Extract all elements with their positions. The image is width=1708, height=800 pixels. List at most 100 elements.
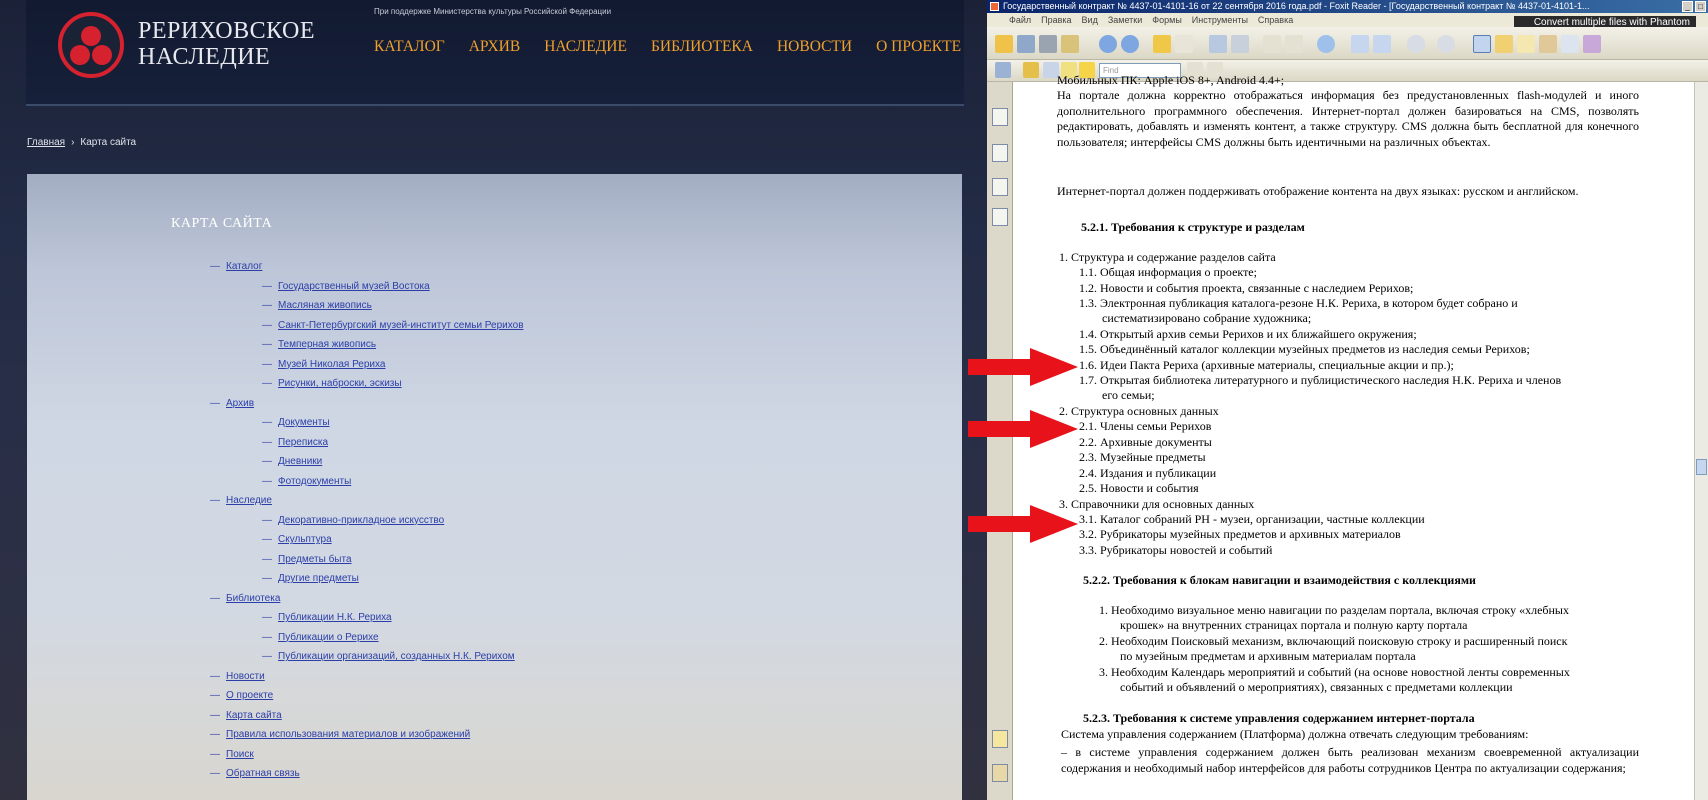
nav-heritage[interactable]: НАСЛЕДИЕ	[544, 38, 627, 56]
comments-panel-icon[interactable]	[992, 730, 1008, 748]
menu-edit[interactable]: Правка	[1041, 13, 1071, 27]
email-icon[interactable]	[1061, 35, 1079, 53]
menu-view[interactable]: Вид	[1082, 13, 1098, 27]
doc-line: 1.5. Объединённый каталог коллекции музе…	[1079, 342, 1530, 356]
redo-icon[interactable]	[1285, 35, 1303, 53]
nav-archive[interactable]: АРХИВ	[469, 38, 520, 56]
breadcrumb-home[interactable]: Главная	[27, 137, 65, 148]
logo-line-1: РЕРИХОВСКОЕ	[138, 18, 316, 44]
sitemap-link[interactable]: Карта сайта	[226, 710, 282, 721]
fit-width-icon[interactable]	[1373, 35, 1391, 53]
sitemap-link[interactable]: Документы	[278, 417, 330, 428]
copy-icon[interactable]	[1209, 35, 1227, 53]
sitemap-link[interactable]: Публикации Н.К. Рериха	[278, 612, 392, 623]
sitemap-link[interactable]: Предметы быта	[278, 554, 352, 565]
paste-icon[interactable]	[1231, 35, 1249, 53]
sitemap-link[interactable]: Скульптура	[278, 534, 332, 545]
nav-about[interactable]: О ПРОЕКТЕ	[876, 38, 961, 56]
minimize-button[interactable]: _	[1682, 1, 1693, 12]
open-icon[interactable]	[995, 35, 1013, 53]
undo-icon[interactable]	[1263, 35, 1281, 53]
menu-comments[interactable]: Заметки	[1108, 13, 1142, 27]
zoom-in-icon[interactable]	[1437, 35, 1455, 53]
sitemap-item: — Публикации Н.К. Рериха	[210, 608, 524, 628]
sitemap-link[interactable]: Переписка	[278, 437, 328, 448]
sitemap-link[interactable]: Библиотека	[226, 593, 280, 604]
sitemap-link[interactable]: Новости	[226, 671, 265, 682]
sitemap-item: — Наследие	[210, 491, 524, 511]
text-tool-icon[interactable]	[1561, 35, 1579, 53]
sitemap-item: — Дневники	[210, 452, 524, 472]
logo-text[interactable]: РЕРИХОВСКОЕ НАСЛЕДИЕ	[138, 18, 315, 70]
sitemap-link[interactable]: Дневники	[278, 456, 322, 467]
vertical-scrollbar[interactable]	[1694, 82, 1708, 800]
sitemap-link[interactable]: О проекте	[226, 690, 273, 701]
logo-icon[interactable]	[58, 12, 124, 78]
zoom-icon[interactable]	[1317, 35, 1335, 53]
sitemap-bullet: —	[210, 592, 220, 604]
select-text-icon[interactable]	[1495, 35, 1513, 53]
layers-panel-icon[interactable]	[992, 208, 1008, 226]
hand-tool-icon[interactable]	[1473, 35, 1491, 53]
sitemap-link[interactable]: Архив	[226, 398, 254, 409]
sitemap-link[interactable]: Государственный музей Востока	[278, 281, 430, 292]
doc-line: 1.7. Открытая библиотека литературного и…	[1079, 373, 1562, 387]
menu-forms[interactable]: Формы	[1152, 13, 1182, 27]
logo-line-2: НАСЛЕДИЕ	[138, 44, 271, 70]
next-page-icon[interactable]	[1121, 35, 1139, 53]
sitemap-link[interactable]: Публикации организаций, созданных Н.К. Р…	[278, 651, 515, 662]
sitemap-item: — Публикации организаций, созданных Н.К. …	[210, 647, 524, 667]
menu-file[interactable]: Файл	[1009, 13, 1031, 27]
sitemap-link[interactable]: Масляная живопись	[278, 300, 372, 311]
select-icon[interactable]	[1517, 35, 1535, 53]
sitemap-item: — Другие предметы	[210, 569, 524, 589]
prev-page-icon[interactable]	[1099, 35, 1117, 53]
doc-line: 2. Необходим Поисковый механизм, включаю…	[1099, 634, 1568, 648]
print-icon[interactable]	[1039, 35, 1057, 53]
sitemap-item: — Правила использования материалов и изоб…	[210, 725, 524, 745]
red-arrow-icon	[968, 348, 1078, 386]
sitemap-bullet: —	[262, 534, 272, 546]
heading-5-2-1: 5.2.1. Требования к структуре и разделам	[1081, 220, 1305, 234]
sitemap-link[interactable]: Обратная связь	[226, 768, 300, 779]
forward-icon[interactable]	[1175, 35, 1193, 53]
back-icon[interactable]	[1153, 35, 1171, 53]
pen-icon[interactable]	[995, 62, 1011, 78]
note-tool-icon[interactable]	[1023, 62, 1039, 78]
zoom-out-icon[interactable]	[1407, 35, 1425, 53]
sitemap-link[interactable]: Фотодокументы	[278, 476, 351, 487]
sitemap-link[interactable]: Музей Николая Рериха	[278, 359, 385, 370]
sitemap-link[interactable]: Правила использования материалов и изобр…	[226, 729, 470, 740]
sitemap-link[interactable]: Каталог	[226, 261, 262, 272]
bookmarks-panel-icon[interactable]	[992, 144, 1008, 162]
sitemap-bullet: —	[262, 612, 272, 624]
menu-help[interactable]: Справка	[1258, 13, 1293, 27]
menu-tools[interactable]: Инструменты	[1192, 13, 1248, 27]
sitemap-link[interactable]: Другие предметы	[278, 573, 359, 584]
sitemap-link[interactable]: Поиск	[226, 749, 254, 760]
doc-line: систематизировано собрание художника;	[1102, 311, 1312, 325]
sitemap-link[interactable]: Рисунки, наброски, эскизы	[278, 378, 402, 389]
fit-page-icon[interactable]	[1351, 35, 1369, 53]
save-icon[interactable]	[1017, 35, 1035, 53]
nav-news[interactable]: НОВОСТИ	[777, 38, 852, 56]
nav-catalog[interactable]: КАТАЛОГ	[374, 38, 445, 56]
snapshot-icon[interactable]	[1539, 35, 1557, 53]
nav-library[interactable]: БИБЛИОТЕКА	[651, 38, 753, 56]
maximize-button[interactable]: □	[1695, 1, 1706, 12]
doc-line: 1.4. Открытый архив семьи Рерихов и их б…	[1079, 327, 1417, 341]
sitemap-bullet: —	[262, 631, 272, 643]
sitemap-link[interactable]: Декоративно-прикладное искусство	[278, 515, 444, 526]
attachments-panel-icon[interactable]	[992, 764, 1008, 782]
sitemap-item: — Переписка	[210, 433, 524, 453]
sitemap-link[interactable]: Темперная живопись	[278, 339, 376, 350]
sitemap-bullet: —	[262, 358, 272, 370]
image-tool-icon[interactable]	[1583, 35, 1601, 53]
sitemap-link[interactable]: Санкт-Петербургский музей-институт семьи…	[278, 320, 524, 331]
sitemap-bullet: —	[262, 573, 272, 585]
sitemap-link[interactable]: Публикации о Рерихе	[278, 632, 379, 643]
pages-panel-icon[interactable]	[992, 108, 1008, 126]
annotations-panel-icon[interactable]	[992, 178, 1008, 196]
sitemap-link[interactable]: Наследие	[226, 495, 272, 506]
scroll-thumb[interactable]	[1696, 459, 1707, 475]
